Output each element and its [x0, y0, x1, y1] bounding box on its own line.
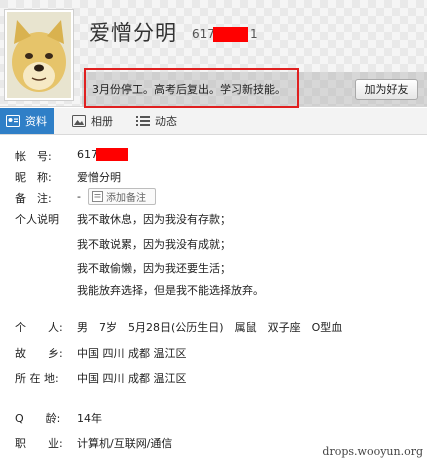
job-label: 职 业:: [15, 437, 63, 450]
nickname-label: 昵 称:: [15, 171, 52, 184]
description-label: 个人说明: [15, 213, 59, 226]
qage-row: Q 龄: 14年: [0, 410, 427, 430]
tab-album[interactable]: 相册: [66, 108, 126, 134]
personal-label: 个 人:: [15, 321, 63, 334]
site-watermark: drops.wooyun.org: [322, 445, 423, 458]
account-row: 帐 号: 617: [0, 148, 427, 168]
avatar[interactable]: [4, 9, 74, 101]
hometown-value: 中国 四川 成都 温江区: [77, 347, 187, 360]
feed-list-icon: [136, 116, 150, 126]
remark-value: -: [77, 190, 81, 203]
tab-feed-label: 动态: [155, 115, 177, 128]
header-nickname: 爱憎分明: [89, 21, 177, 45]
profile-card-icon: [6, 115, 20, 127]
location-value: 中国 四川 成都 温江区: [77, 372, 187, 385]
edit-note-icon: [92, 191, 103, 202]
description-line: 我能放弃选择，但是我不能选择放弃。: [77, 284, 264, 297]
description-line: 我不敢说累，因为我没有成就；: [77, 238, 231, 251]
location-row: 所 在 地: 中国 四川 成都 温江区: [0, 370, 427, 390]
tab-album-label: 相册: [91, 115, 113, 128]
personal-signature: 3月份停工。高考后复出。学习新技能。: [92, 83, 286, 96]
account-value: 617: [77, 148, 98, 161]
hometown-label: 故 乡:: [15, 347, 63, 360]
add-friend-button[interactable]: 加为好友: [355, 79, 418, 100]
tab-profile-label: 资料: [25, 115, 47, 128]
job-value: 计算机/互联网/通信: [77, 437, 173, 450]
doge-avatar-icon: [7, 12, 71, 98]
profile-tabs: 资料 相册 动态: [0, 108, 427, 135]
add-remark-label: 添加备注: [106, 193, 146, 204]
remark-row: 备 注: -: [0, 190, 427, 210]
location-label: 所 在 地:: [15, 372, 59, 385]
account-label: 帐 号:: [15, 150, 52, 163]
description-line: 我不敢偷懒，因为我还要生活；: [77, 262, 231, 275]
header-uid-suffix: 1: [250, 27, 258, 41]
qage-label: Q 龄:: [15, 412, 61, 425]
photo-album-icon: [72, 115, 86, 127]
uid-redaction-block: [213, 27, 248, 42]
nickname-row: 昵 称: 爱憎分明: [0, 169, 427, 189]
qage-value: 14年: [77, 412, 102, 425]
personal-row: 个 人: 男 7岁 5月28日(公历生日) 属鼠 双子座 O型血: [0, 319, 427, 339]
personal-value: 男 7岁 5月28日(公历生日) 属鼠 双子座 O型血: [77, 321, 343, 334]
tab-profile[interactable]: 资料: [0, 108, 54, 134]
add-remark-button[interactable]: 添加备注: [88, 188, 156, 205]
header-uid: 617: [192, 27, 215, 41]
account-redaction-block: [96, 148, 128, 161]
tab-feed[interactable]: 动态: [130, 108, 190, 134]
nickname-value: 爱憎分明: [77, 171, 121, 184]
remark-label: 备 注:: [15, 192, 52, 205]
description-line: 我不敢休息，因为我没有存款；: [77, 213, 231, 226]
hometown-row: 故 乡: 中国 四川 成都 温江区: [0, 345, 427, 365]
